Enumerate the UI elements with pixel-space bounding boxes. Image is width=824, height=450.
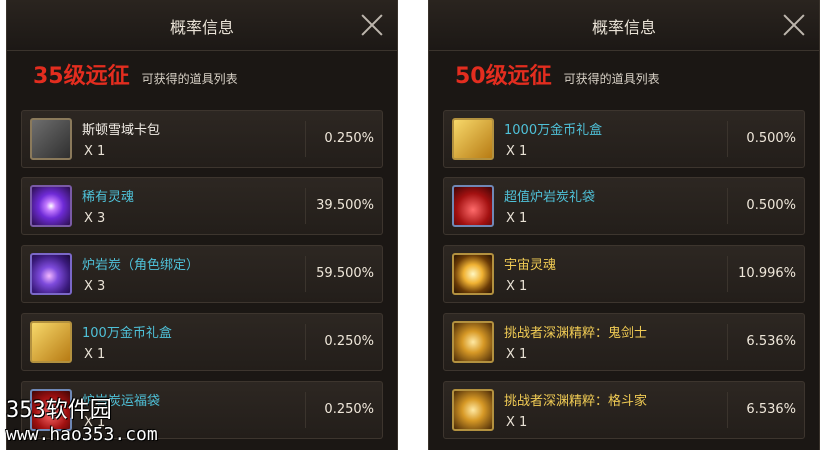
divider <box>305 324 306 360</box>
item-name: 宇宙灵魂 <box>504 258 557 273</box>
list-item[interactable]: 炉岩炭运福袋 X 1 0.250% <box>21 381 383 439</box>
item-probability: 10.996% <box>738 266 796 281</box>
lava-charcoal-icon <box>30 253 72 295</box>
panel-title: 概率信息 <box>169 18 234 37</box>
item-name: 1000万金币礼盒 <box>504 123 603 138</box>
expedition-level: 50级远征 <box>455 64 552 89</box>
item-name: 稀有灵魂 <box>82 190 135 205</box>
item-list-subtitle: 可获得的道具列表 <box>141 72 238 86</box>
item-quantity: X 1 <box>506 144 528 159</box>
item-name: 超值炉岩炭礼袋 <box>504 190 596 205</box>
item-name: 炉岩炭运福袋 <box>82 394 161 409</box>
list-item[interactable]: 挑战者深渊精粹：格斗家 X 1 6.536% <box>443 381 805 439</box>
close-icon[interactable] <box>783 14 805 36</box>
divider <box>727 324 728 360</box>
list-item[interactable]: 炉岩炭（角色绑定） X 3 59.500% <box>21 245 383 303</box>
divider <box>727 188 728 224</box>
item-probability: 0.500% <box>746 198 796 213</box>
item-quantity: X 1 <box>506 279 528 294</box>
item-name: 100万金币礼盒 <box>82 326 172 341</box>
item-name: 挑战者深渊精粹：鬼剑士 <box>504 326 648 341</box>
gold-coin-box-icon <box>30 321 72 363</box>
card-pack-icon <box>30 118 72 160</box>
abyss-essence-icon <box>452 389 494 431</box>
list-item[interactable]: 超值炉岩炭礼袋 X 1 0.500% <box>443 177 805 235</box>
item-probability: 0.250% <box>324 334 374 349</box>
item-name: 炉岩炭（角色绑定） <box>82 258 200 273</box>
title-bar: 概率信息 <box>429 0 819 51</box>
item-list: 斯顿雪域卡包 X 1 0.250% 稀有灵魂 X 3 39.500% 炉岩炭（角… <box>7 98 397 450</box>
divider <box>305 392 306 428</box>
probability-panel-right: 概率信息 50级远征 可获得的道具列表 1000万金币礼盒 X 1 0.500%… <box>428 0 820 450</box>
divider <box>727 121 728 157</box>
expedition-heading: 50级远征 可获得的道具列表 <box>455 58 660 94</box>
item-quantity: X 1 <box>84 415 106 430</box>
item-probability: 6.536% <box>746 402 796 417</box>
rare-soul-icon <box>30 185 72 227</box>
cosmic-soul-icon <box>452 253 494 295</box>
item-name: 斯顿雪域卡包 <box>82 123 161 138</box>
close-icon[interactable] <box>361 14 383 36</box>
item-list-subtitle: 可获得的道具列表 <box>563 72 660 86</box>
abyss-essence-icon <box>452 321 494 363</box>
divider <box>305 121 306 157</box>
list-item[interactable]: 1000万金币礼盒 X 1 0.500% <box>443 110 805 168</box>
gold-coin-box-icon <box>452 118 494 160</box>
item-quantity: X 1 <box>506 211 528 226</box>
expedition-heading: 35级远征 可获得的道具列表 <box>33 58 238 94</box>
probability-panel-left: 概率信息 35级远征 可获得的道具列表 斯顿雪域卡包 X 1 0.250% 稀有… <box>6 0 398 450</box>
gift-bag-icon <box>452 185 494 227</box>
item-probability: 6.536% <box>746 334 796 349</box>
item-probability: 0.250% <box>324 131 374 146</box>
divider <box>305 188 306 224</box>
divider <box>727 256 728 292</box>
divider <box>305 256 306 292</box>
list-item[interactable]: 斯顿雪域卡包 X 1 0.250% <box>21 110 383 168</box>
list-item[interactable]: 100万金币礼盒 X 1 0.250% <box>21 313 383 371</box>
title-bar: 概率信息 <box>7 0 397 51</box>
item-probability: 59.500% <box>316 266 374 281</box>
list-item[interactable]: 挑战者深渊精粹：鬼剑士 X 1 6.536% <box>443 313 805 371</box>
item-quantity: X 3 <box>84 279 106 294</box>
expedition-level: 35级远征 <box>33 64 130 89</box>
lucky-bag-icon <box>30 389 72 431</box>
item-quantity: X 3 <box>84 211 106 226</box>
item-quantity: X 1 <box>506 415 528 430</box>
item-probability: 0.500% <box>746 131 796 146</box>
item-quantity: X 1 <box>84 144 106 159</box>
list-item[interactable]: 宇宙灵魂 X 1 10.996% <box>443 245 805 303</box>
panel-title: 概率信息 <box>591 18 656 37</box>
list-item[interactable]: 稀有灵魂 X 3 39.500% <box>21 177 383 235</box>
item-list: 1000万金币礼盒 X 1 0.500% 超值炉岩炭礼袋 X 1 0.500% … <box>429 98 819 450</box>
divider <box>727 392 728 428</box>
item-probability: 39.500% <box>316 198 374 213</box>
item-quantity: X 1 <box>506 347 528 362</box>
item-quantity: X 1 <box>84 347 106 362</box>
item-name: 挑战者深渊精粹：格斗家 <box>504 394 648 409</box>
item-probability: 0.250% <box>324 402 374 417</box>
